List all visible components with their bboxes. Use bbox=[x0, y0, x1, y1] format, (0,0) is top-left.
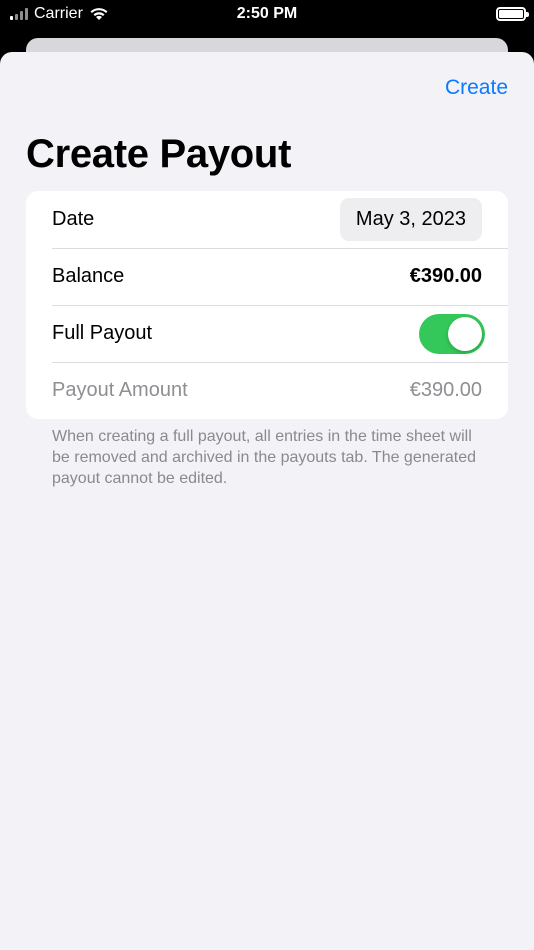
full-payout-label: Full Payout bbox=[52, 322, 153, 344]
balance-value: €390.00 bbox=[409, 265, 482, 287]
battery-icon bbox=[496, 7, 529, 21]
payout-amount-field[interactable]: €390.00 bbox=[410, 379, 482, 402]
status-bar: Carrier 2:50 PM bbox=[0, 0, 534, 30]
date-picker[interactable]: May 3, 2023 bbox=[339, 198, 482, 241]
balance-row: Balance €390.00 bbox=[26, 248, 508, 305]
modal-sheet: Create Create Payout Date May 3, 2023 Ba… bbox=[0, 52, 534, 950]
page-title: Create Payout bbox=[26, 132, 292, 176]
full-payout-row: Full Payout bbox=[26, 305, 508, 362]
payout-amount-row: Payout Amount €390.00 bbox=[26, 362, 508, 419]
date-row: Date May 3, 2023 bbox=[26, 191, 508, 248]
date-label: Date bbox=[52, 208, 95, 230]
status-time: 2:50 PM bbox=[236, 5, 298, 22]
create-button[interactable]: Create bbox=[445, 76, 508, 100]
toggle-knob bbox=[448, 316, 482, 351]
payout-amount-label: Payout Amount bbox=[52, 379, 188, 401]
balance-label: Balance bbox=[52, 265, 125, 287]
payout-form: Date May 3, 2023 Balance €390.00 Full Pa… bbox=[26, 191, 508, 419]
footer-note: When creating a full payout, all entries… bbox=[52, 428, 476, 487]
full-payout-toggle[interactable] bbox=[419, 313, 485, 354]
